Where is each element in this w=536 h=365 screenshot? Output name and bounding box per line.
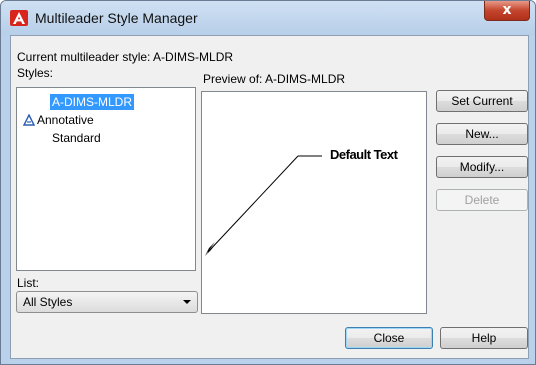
- modify-button[interactable]: Modify...: [436, 156, 528, 178]
- dropdown-value: All Styles: [23, 295, 73, 309]
- list-item-label: Standard: [52, 131, 101, 145]
- list-item-label: A-DIMS-MLDR: [50, 94, 134, 110]
- list-item-a-dims-mldr[interactable]: A-DIMS-MLDR: [50, 94, 134, 110]
- preview-panel: Default Text: [201, 91, 427, 314]
- list-item-standard[interactable]: Standard: [50, 130, 103, 146]
- list-filter-dropdown[interactable]: All Styles: [16, 291, 198, 313]
- autocad-logo-icon: [10, 10, 28, 26]
- list-item-label: Annotative: [37, 113, 94, 127]
- preview-label: Preview of: A-DIMS-MLDR: [203, 72, 346, 86]
- new-button[interactable]: New...: [436, 123, 528, 145]
- close-button[interactable]: Close: [345, 327, 433, 349]
- help-button[interactable]: Help: [440, 327, 528, 349]
- styles-label: Styles:: [17, 66, 54, 80]
- current-style-label: Current multileader style: A-DIMS-MLDR: [17, 50, 234, 64]
- list-filter-label: List:: [17, 276, 40, 290]
- styles-list[interactable]: A-DIMS-MLDR Annotative Standard: [16, 87, 196, 271]
- window-title: Multileader Style Manager: [35, 10, 198, 26]
- close-window-button[interactable]: x: [484, 1, 530, 21]
- chevron-down-icon: [183, 300, 191, 304]
- preview-sample-text: Default Text: [330, 147, 398, 162]
- set-current-button[interactable]: Set Current: [436, 90, 528, 112]
- annotative-icon: [23, 114, 35, 126]
- list-item-annotative[interactable]: Annotative: [21, 112, 96, 128]
- leader-arrow-graphic: [205, 155, 322, 256]
- delete-button[interactable]: Delete: [436, 189, 528, 211]
- title-bar[interactable]: Multileader Style Manager x: [1, 1, 535, 35]
